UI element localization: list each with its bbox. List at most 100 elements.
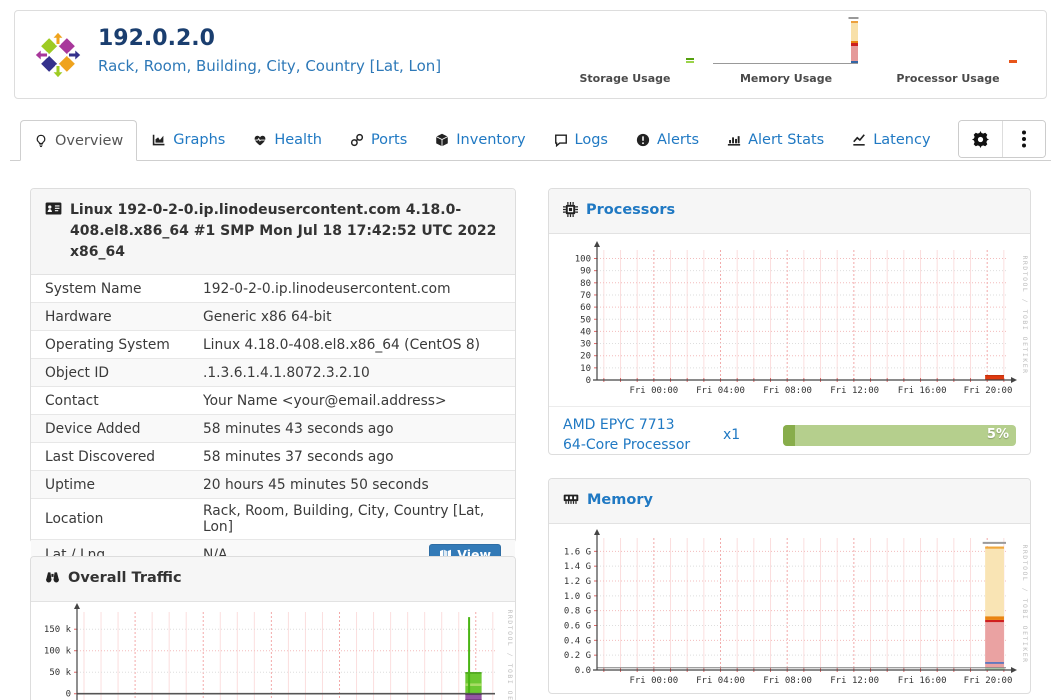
system-info-row: Last Discovered 58 minutes 37 seconds ago (31, 442, 515, 470)
svg-text:20: 20 (580, 351, 591, 361)
svg-text:Fri 04:00: Fri 04:00 (696, 386, 745, 396)
svg-text:50 k: 50 k (49, 668, 71, 678)
gear-icon (972, 130, 989, 148)
tab-logs[interactable]: Logs (541, 120, 621, 160)
svg-text:60: 60 (580, 303, 591, 313)
comment-icon (554, 133, 568, 147)
svg-text:Fri 00:00: Fri 00:00 (629, 386, 678, 396)
overall-traffic-panel: Overall Traffic 050 k100 k150 kFri 00:00… (30, 556, 516, 700)
svg-text:0.2 G: 0.2 G (564, 651, 591, 661)
tab-graphs[interactable]: Graphs (139, 120, 238, 160)
link-icon (350, 133, 364, 147)
tab-health[interactable]: Health (240, 120, 335, 160)
system-info-table: System Name 192-0-2-0.ip.linodeuserconten… (31, 275, 515, 569)
tab-overview[interactable]: Overview (20, 120, 138, 161)
cpu-count: x1 (723, 427, 741, 444)
row-label: Device Added (45, 420, 141, 437)
svg-text:90: 90 (580, 266, 591, 276)
svg-text:Fri 20:00: Fri 20:00 (964, 386, 1013, 396)
row-value: Generic x86 64-bit (203, 308, 332, 325)
svg-text:0.0: 0.0 (575, 666, 591, 676)
svg-text:RRDTOOL / TOBI OETIKER: RRDTOOL / TOBI OETIKER (1021, 255, 1029, 374)
processor-usage-mini-graph[interactable]: Processor Usage (873, 15, 1023, 97)
device-settings-button[interactable] (959, 121, 1002, 157)
processor-usage-graph[interactable]: 0 10 20 30 40 50 60 70 80 90 100 Fri 00:00 Fri 04:00… (549, 238, 1030, 406)
system-info-panel: Linux 192-0-2-0.ip.linodeusercontent.com… (30, 188, 516, 569)
processors-panel: Processors 0 10 20 30 40 50 60 70 80 90 100 Fri 00:… (548, 188, 1031, 455)
memory-usage-mini-graph[interactable]: Memory Usage (711, 15, 861, 97)
cpu-usage-bar-fill (783, 424, 795, 446)
svg-text:100: 100 (575, 254, 591, 264)
lightbulb-icon (34, 134, 48, 148)
graphs-icon (152, 133, 166, 147)
kebab-menu-icon (1021, 130, 1027, 148)
device-header: 192.0.2.0 Rack, Room, Building, City, Co… (14, 10, 1047, 99)
svg-text:Fri 16:00: Fri 16:00 (898, 676, 947, 686)
system-info-header: Linux 192-0-2-0.ip.linodeusercontent.com… (31, 189, 515, 275)
microchip-icon (563, 202, 578, 217)
svg-text:0.6 G: 0.6 G (564, 621, 591, 631)
mini-graph-label: Memory Usage (739, 72, 833, 85)
more-options-button[interactable] (1002, 121, 1045, 157)
memory-panel: Memory 0.0 0.2 G 0.4 G 0.6 G 0.8 G 1.0 G 1.2 G… (548, 478, 1031, 694)
system-info-row: Uptime 20 hours 45 minutes 50 seconds (31, 470, 515, 498)
svg-text:Fri 04:00: Fri 04:00 (696, 676, 745, 686)
system-info-row: System Name 192-0-2-0.ip.linodeuserconten… (31, 275, 515, 302)
line-chart-icon (852, 133, 866, 147)
tab-label: Alert Stats (748, 132, 825, 148)
tab-label: Health (274, 132, 322, 148)
row-value: 58 minutes 43 seconds ago (203, 420, 394, 437)
device-actions-group (958, 120, 1046, 158)
svg-text:Fri 12:00: Fri 12:00 (830, 676, 879, 686)
cpu-usage-bar[interactable]: 5% (783, 424, 1016, 446)
tab-alert-stats[interactable]: Alert Stats (714, 120, 837, 160)
device-ip-title: 192.0.2.0 (98, 26, 215, 51)
tab-bar: Overview Graphs Health Ports Inventory Logs Al… (10, 119, 1051, 161)
storage-usage-mini-graph[interactable]: Storage Usage (550, 15, 700, 97)
row-label: Object ID (45, 364, 110, 381)
mini-graph-label: Processor Usage (896, 72, 1000, 85)
row-value: 192-0-2-0.ip.linodeusercontent.com (203, 280, 451, 297)
svg-text:Fri 08:00: Fri 08:00 (763, 386, 812, 396)
svg-text:Fri 08:00: Fri 08:00 (763, 676, 812, 686)
row-value: 20 hours 45 minutes 50 seconds (203, 476, 429, 493)
system-info-row: Contact Your Name <your@email.address> (31, 386, 515, 414)
tab-label: Alerts (657, 132, 700, 148)
processors-title-link[interactable]: Processors (586, 200, 675, 222)
bar-chart-icon (727, 133, 741, 147)
cube-icon (435, 133, 449, 147)
row-label: Operating System (45, 336, 170, 353)
row-label: Location (45, 511, 104, 527)
memory-header: Memory (549, 479, 1030, 524)
svg-text:0.4 G: 0.4 G (564, 636, 591, 646)
processors-header: Processors (549, 189, 1030, 234)
tab-inventory[interactable]: Inventory (422, 120, 538, 160)
svg-text:30: 30 (580, 339, 591, 349)
memory-usage-graph[interactable]: 0.0 0.2 G 0.4 G 0.6 G 0.8 G 1.0 G 1.2 G 1.4 G 1.… (549, 524, 1030, 696)
svg-text:40: 40 (580, 327, 591, 337)
heart-icon (253, 133, 267, 147)
row-value: 58 minutes 37 seconds ago (203, 448, 394, 465)
tab-latency[interactable]: Latency (839, 120, 943, 160)
row-label: Uptime (45, 476, 96, 493)
overall-traffic-graph[interactable]: 050 k100 k150 kFri 00:00Fri 04:00Fri 08:… (31, 602, 515, 700)
system-description: Linux 192-0-2-0.ip.linodeusercontent.com… (70, 202, 497, 260)
tab-label: Latency (873, 132, 931, 148)
svg-text:RRDTOOL / TOBI OETIKER: RRDTOOL / TOBI OETIKER (1021, 544, 1029, 663)
svg-text:Fri 20:00: Fri 20:00 (964, 676, 1013, 686)
tab-label: Ports (370, 132, 408, 148)
system-info-row: Hardware Generic x86 64-bit (31, 302, 515, 330)
cpu-name-link[interactable]: AMD EPYC 7713 64-Core Processor (563, 415, 713, 456)
svg-text:100 k: 100 k (44, 646, 72, 656)
alert-circle-icon (636, 133, 650, 147)
device-location-link[interactable]: Rack, Room, Building, City, Country [Lat… (98, 57, 441, 75)
tab-ports[interactable]: Ports (337, 120, 420, 160)
tabs-list: Overview Graphs Health Ports Inventory Logs Al… (10, 119, 1051, 161)
tab-label: Graphs (173, 132, 226, 148)
svg-text:0: 0 (66, 689, 71, 699)
svg-text:0: 0 (586, 376, 591, 386)
tab-alerts[interactable]: Alerts (623, 120, 712, 160)
tab-label: Inventory (456, 132, 526, 148)
svg-text:1.4 G: 1.4 G (564, 562, 591, 572)
memory-title-link[interactable]: Memory (587, 490, 653, 512)
